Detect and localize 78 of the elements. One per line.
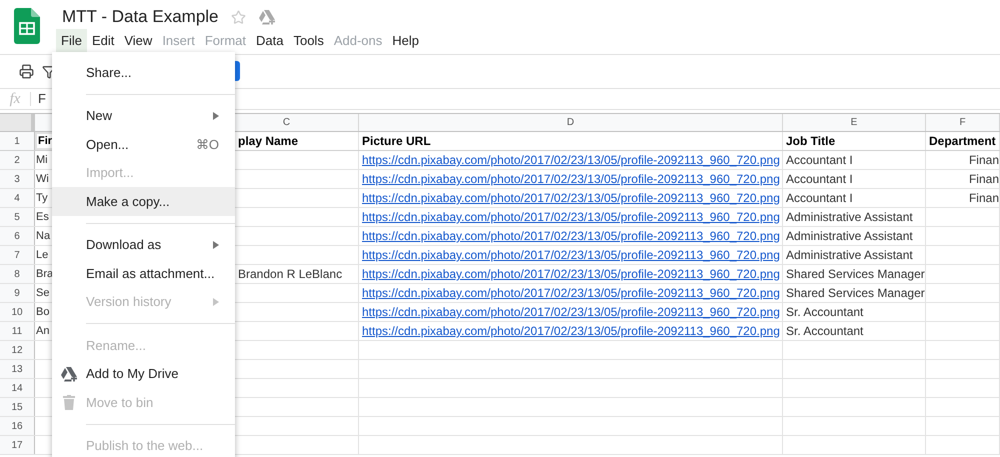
table-cell-text: Shared Services Manager <box>786 266 925 283</box>
formula-value[interactable]: F <box>38 89 46 109</box>
table-cell-text: Picture URL <box>362 133 431 150</box>
table-cell-text: Accountant I <box>786 171 853 188</box>
column-header[interactable]: E <box>850 115 858 130</box>
menu-item[interactable]: Download as <box>52 230 235 259</box>
table-cell-text: An <box>36 324 50 339</box>
row-number[interactable]: 3 <box>14 172 20 186</box>
column-header[interactable]: D <box>566 115 574 130</box>
table-cell-text: Bo <box>36 304 50 320</box>
row-number[interactable]: 2 <box>14 152 20 168</box>
table-cell-text: Na <box>36 228 50 244</box>
table-cell-text: play Name <box>238 133 298 150</box>
menu-bar-item[interactable]: Tools <box>288 29 329 53</box>
drive-add-icon <box>60 366 78 382</box>
row-number[interactable]: 6 <box>14 228 20 244</box>
corner-cell[interactable] <box>0 114 35 131</box>
menu-bar-item[interactable]: Edit <box>86 29 120 53</box>
table-cell-text: Sr. Accountant <box>786 304 864 321</box>
menu-bar-item[interactable]: Help <box>387 29 424 53</box>
row-number[interactable]: 9 <box>14 286 20 300</box>
table-cell-text: Administrative Assistant <box>786 228 913 245</box>
link[interactable]: https://cdn.pixabay.com/photo/2017/02/23/13/05/profile-2092113_960_720.png <box>362 189 780 207</box>
submenu-arrow-icon <box>213 298 219 306</box>
table-cell-text: Department <box>929 133 996 150</box>
link[interactable]: https://cdn.pixabay.com/photo/2017/02/23/13/05/profile-2092113_960_720.png <box>362 227 780 245</box>
star-icon[interactable] <box>230 10 246 24</box>
link[interactable]: https://cdn.pixabay.com/photo/2017/02/23/13/05/profile-2092113_960_720.png <box>362 284 780 302</box>
table-cell-text: Accountant I <box>786 152 853 169</box>
table-cell-text: Es <box>36 210 49 225</box>
table-cell-text: Finan <box>968 152 999 169</box>
menu-bar-item[interactable]: View <box>119 29 158 53</box>
menu-item[interactable]: Email as attachment... <box>52 259 235 288</box>
menu-item[interactable]: New <box>52 102 235 130</box>
table-cell-text: Sr. Accountant <box>786 323 864 340</box>
table-cell-text: Brandon R LeBlanc <box>238 266 342 283</box>
table-cell-text: Se <box>36 286 50 301</box>
table-cell-text: Mi <box>36 152 48 168</box>
menu-item[interactable]: Open... ⌘O <box>52 130 235 158</box>
print-icon[interactable] <box>19 64 34 79</box>
column-header[interactable]: C <box>282 115 290 130</box>
link[interactable]: https://cdn.pixabay.com/photo/2017/02/23/13/05/profile-2092113_960_720.png <box>362 151 780 169</box>
link[interactable]: https://cdn.pixabay.com/photo/2017/02/23/13/05/profile-2092113_960_720.png <box>362 265 780 283</box>
row-number[interactable]: 4 <box>14 190 20 206</box>
submenu-arrow-icon <box>213 240 219 249</box>
table-cell-text: Shared Services Manager <box>786 285 925 302</box>
table-cell-text: Le <box>36 248 48 263</box>
link[interactable]: https://cdn.pixabay.com/photo/2017/02/23/13/05/profile-2092113_960_720.png <box>362 208 780 226</box>
menu-bar-item[interactable]: File <box>56 29 87 53</box>
menu-item[interactable]: Add to My Drive <box>52 360 235 388</box>
formula-icon: fx <box>0 88 30 110</box>
link[interactable]: https://cdn.pixabay.com/photo/2017/02/23/13/05/profile-2092113_960_720.png <box>362 322 780 340</box>
row-number[interactable]: 1 <box>14 134 20 148</box>
table-cell-text: Bra <box>36 266 54 282</box>
table-cell-text: Finan <box>968 190 999 207</box>
link[interactable]: https://cdn.pixabay.com/photo/2017/02/23/13/05/profile-2092113_960_720.png <box>362 303 780 321</box>
spreadsheet-logo-icon <box>14 8 40 44</box>
table-cell-text: Accountant I <box>786 190 853 207</box>
row-number[interactable]: 5 <box>14 210 20 224</box>
link[interactable]: https://cdn.pixabay.com/photo/2017/02/23/13/05/profile-2092113_960_720.png <box>362 170 780 188</box>
table-cell-text: Wi <box>36 172 49 187</box>
document-title[interactable]: MTT - Data Example <box>62 4 219 30</box>
table-cell-text: Administrative Assistant <box>786 247 913 264</box>
menu-item[interactable]: Share... <box>52 58 235 86</box>
table-cell-text: Finan <box>968 171 999 188</box>
row-number[interactable]: 8 <box>14 266 20 282</box>
menu-bar-item[interactable]: Data <box>251 29 288 53</box>
table-cell: Fir <box>38 134 52 148</box>
table-cell-text: Ty <box>36 190 48 206</box>
submenu-arrow-icon <box>213 112 219 120</box>
drive-add-icon <box>258 9 276 25</box>
row-number[interactable]: 7 <box>14 248 20 262</box>
trash-icon <box>63 394 75 410</box>
link[interactable]: https://cdn.pixabay.com/photo/2017/02/23/13/05/profile-2092113_960_720.png <box>362 246 780 264</box>
column-header[interactable]: F <box>959 115 966 130</box>
table-cell-text: Job Title <box>786 133 836 150</box>
table-cell-text: Administrative Assistant <box>786 209 913 226</box>
menu-item[interactable]: Make a copy... <box>52 187 235 216</box>
